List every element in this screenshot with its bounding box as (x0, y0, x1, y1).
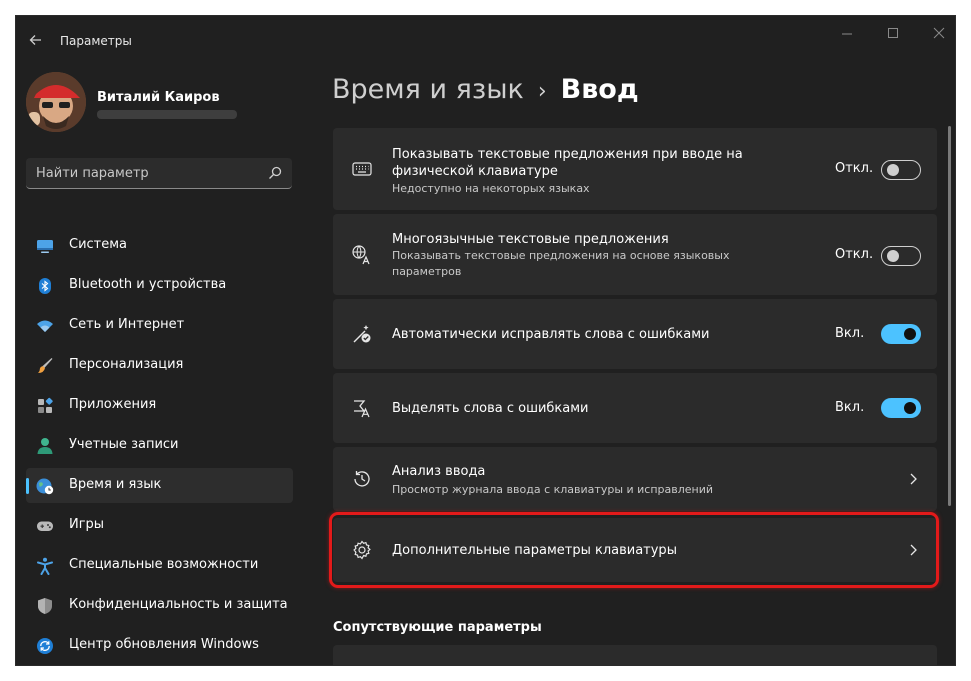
sidebar: Виталий Каиров Найти параметр Система Bl… (16, 64, 306, 665)
toggle-knob (887, 250, 899, 262)
sidebar-item-label: Специальные возможности (69, 557, 259, 572)
search-input[interactable]: Найти параметр (26, 158, 292, 189)
close-button[interactable] (924, 24, 954, 44)
minimize-icon (842, 33, 852, 35)
breadcrumb: Время и язык › Ввод (332, 74, 639, 105)
back-button[interactable] (26, 30, 46, 50)
sidebar-item-label: Система (69, 237, 128, 252)
related-settings-heading: Сопутствующие параметры (333, 620, 542, 635)
person-icon (37, 438, 53, 454)
toggle-state-label: Вкл. (835, 400, 865, 415)
sidebar-item-label: Время и язык (69, 477, 162, 492)
keyboard-icon (352, 162, 372, 176)
toggle-knob (904, 328, 916, 340)
sidebar-item-label: Приложения (69, 397, 157, 412)
user-email-blurred (97, 110, 237, 119)
sidebar-item-label: Учетные записи (69, 437, 179, 452)
sidebar-item-label: Bluetooth и устройства (69, 277, 227, 292)
setting-autocorrect: Автоматически исправлять слова с ошибкам… (333, 299, 937, 369)
setting-title: Автоматически исправлять слова с ошибкам… (392, 327, 710, 342)
sidebar-item-personalization[interactable]: Персонализация (26, 348, 293, 383)
sidebar-item-accessibility[interactable]: Специальные возможности (26, 548, 293, 583)
setting-description: Просмотр журнала ввода с клавиатуры и ис… (392, 483, 714, 496)
sidebar-item-bluetooth[interactable]: Bluetooth и устройства (26, 268, 293, 303)
active-indicator (26, 478, 29, 494)
minimize-button[interactable] (832, 24, 862, 44)
sidebar-item-label: Центр обновления Windows (69, 637, 259, 652)
bluetooth-icon (39, 278, 51, 294)
toggle-state-label: Вкл. (835, 326, 865, 341)
language-icon (352, 245, 370, 265)
sidebar-item-windows-update[interactable]: Центр обновления Windows (26, 628, 293, 663)
setting-title: Многоязычные текстовые предложения (392, 232, 669, 247)
toggle-knob (887, 164, 899, 176)
toggle-switch[interactable] (881, 246, 921, 266)
globe-clock-icon (36, 478, 54, 495)
toggle-knob (904, 402, 916, 414)
avatar-image (26, 72, 86, 132)
toggle-state-label: Откл. (835, 161, 874, 176)
toggle-switch[interactable] (881, 324, 921, 344)
setting-text-suggestions-physical-keyboard: Показывать текстовые предложения при вво… (333, 128, 937, 210)
avatar[interactable] (26, 72, 86, 132)
update-icon (37, 638, 53, 654)
sidebar-item-accounts[interactable]: Учетные записи (26, 428, 293, 463)
sidebar-item-system[interactable]: Система (26, 228, 293, 263)
autocorrect-icon (353, 325, 371, 343)
setting-title: Показывать текстовые предложения при вво… (392, 147, 743, 179)
setting-description: Недоступно на некоторых языках (392, 182, 590, 195)
monitor-icon (37, 240, 53, 253)
close-icon (933, 27, 945, 39)
toggle-state-label: Откл. (835, 247, 874, 262)
sidebar-item-gaming[interactable]: Игры (26, 508, 293, 543)
sidebar-item-privacy[interactable]: Конфиденциальность и защита (26, 588, 293, 623)
maximize-icon (888, 28, 898, 38)
app-title: Параметры (60, 34, 132, 48)
settings-window: Параметры Виталий Каиров Найти параметр … (16, 16, 955, 665)
search-icon[interactable] (268, 166, 282, 180)
sidebar-item-label: Сеть и Интернет (69, 317, 185, 332)
back-arrow-icon (29, 35, 41, 45)
title-bar: Параметры (16, 16, 955, 64)
accessibility-icon (37, 557, 53, 575)
brush-icon (38, 358, 53, 373)
setting-title: Выделять слова с ошибками (392, 401, 589, 416)
toggle-switch[interactable] (881, 398, 921, 418)
breadcrumb-parent[interactable]: Время и язык (332, 74, 524, 105)
spellcheck-icon (354, 400, 370, 418)
setting-multilingual-suggestions: Многоязычные текстовые предложения Показ… (333, 214, 937, 295)
search-placeholder: Найти параметр (36, 166, 149, 181)
sidebar-item-apps[interactable]: Приложения (26, 388, 293, 423)
toggle-switch[interactable] (881, 160, 921, 180)
apps-icon (38, 397, 53, 413)
user-name: Виталий Каиров (97, 90, 220, 105)
sidebar-item-label: Конфиденциальность и защита (69, 597, 288, 612)
shield-icon (38, 598, 52, 614)
history-icon (354, 471, 370, 487)
setting-title: Анализ ввода (392, 464, 486, 479)
related-settings-card[interactable] (333, 645, 937, 665)
highlight-annotation (329, 512, 939, 588)
wifi-icon (37, 320, 53, 332)
sidebar-item-time-language[interactable]: Время и язык (26, 468, 293, 503)
sidebar-item-label: Персонализация (69, 357, 184, 372)
sidebar-item-label: Игры (69, 517, 105, 532)
page-title: Ввод (560, 74, 639, 105)
setting-description: Показывать текстовые предложения на осно… (392, 249, 730, 278)
setting-typing-insights[interactable]: Анализ ввода Просмотр журнала ввода с кл… (333, 447, 937, 511)
maximize-button[interactable] (878, 24, 908, 44)
sidebar-item-network[interactable]: Сеть и Интернет (26, 308, 293, 343)
scrollbar[interactable] (948, 126, 951, 506)
setting-highlight-misspelled: Выделять слова с ошибками Вкл. (333, 373, 937, 443)
breadcrumb-separator: › (537, 79, 547, 104)
chevron-right-icon (910, 473, 917, 485)
gamepad-icon (37, 521, 53, 531)
